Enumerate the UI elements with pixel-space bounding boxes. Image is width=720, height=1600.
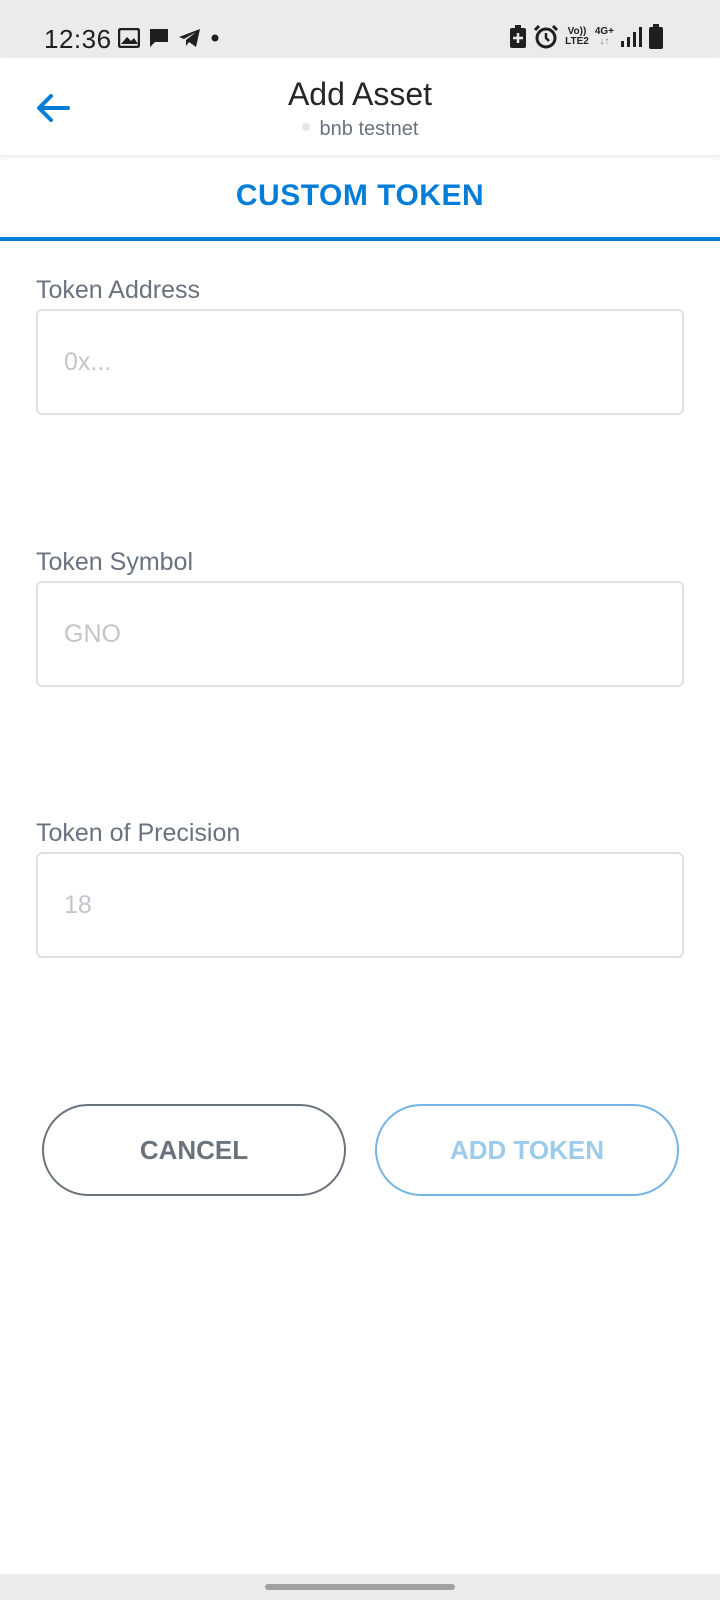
network-name: bnb testnet xyxy=(319,118,419,140)
message-icon xyxy=(150,29,168,47)
token-address-input[interactable] xyxy=(64,311,654,413)
page-title: Add Asset xyxy=(287,76,433,112)
network-status-dot xyxy=(301,122,310,131)
token-address-label: Token Address xyxy=(36,276,200,304)
system-icons: Vo)) LTE2 4G+ ↓↑ xyxy=(509,24,664,50)
image-icon xyxy=(118,28,140,48)
network-indicator: 4G+ ↓↑ xyxy=(595,27,614,47)
status-bar: 12:36 Vo)) LTE2 4G+ ↓↑ xyxy=(0,0,720,58)
network-indicator-label: bnb testnet xyxy=(0,118,720,141)
token-symbol-input[interactable] xyxy=(64,583,654,685)
data-arrows-icon: ↓↑ xyxy=(599,36,610,47)
status-time: 12:36 xyxy=(44,24,112,54)
tab-custom-token[interactable]: CUSTOM TOKEN xyxy=(0,179,720,213)
battery-saver-icon xyxy=(510,25,527,48)
tab-bar: CUSTOM TOKEN xyxy=(0,157,720,241)
token-precision-field[interactable] xyxy=(36,852,684,958)
token-precision-input[interactable] xyxy=(64,854,654,956)
token-symbol-field[interactable] xyxy=(36,581,684,687)
token-symbol-label: Token Symbol xyxy=(36,548,194,576)
alarm-icon xyxy=(534,25,559,49)
cancel-button[interactable]: CANCEL xyxy=(42,1104,346,1196)
app-header: Add Asset bnb testnet xyxy=(0,58,720,156)
battery-icon xyxy=(649,24,663,49)
telegram-icon xyxy=(179,29,200,47)
signal-icon xyxy=(621,27,642,47)
system-nav-bar xyxy=(0,1574,720,1600)
volte-indicator: Vo)) LTE2 xyxy=(565,27,589,47)
token-precision-label: Token of Precision xyxy=(36,819,241,847)
add-token-button[interactable]: ADD TOKEN xyxy=(375,1104,679,1196)
lte-label: LTE2 xyxy=(565,36,589,47)
token-address-field[interactable] xyxy=(36,309,684,415)
dot-icon xyxy=(211,34,219,42)
home-gesture-handle[interactable] xyxy=(265,1584,455,1590)
notification-icons xyxy=(118,27,220,49)
active-tab-indicator xyxy=(0,237,720,241)
